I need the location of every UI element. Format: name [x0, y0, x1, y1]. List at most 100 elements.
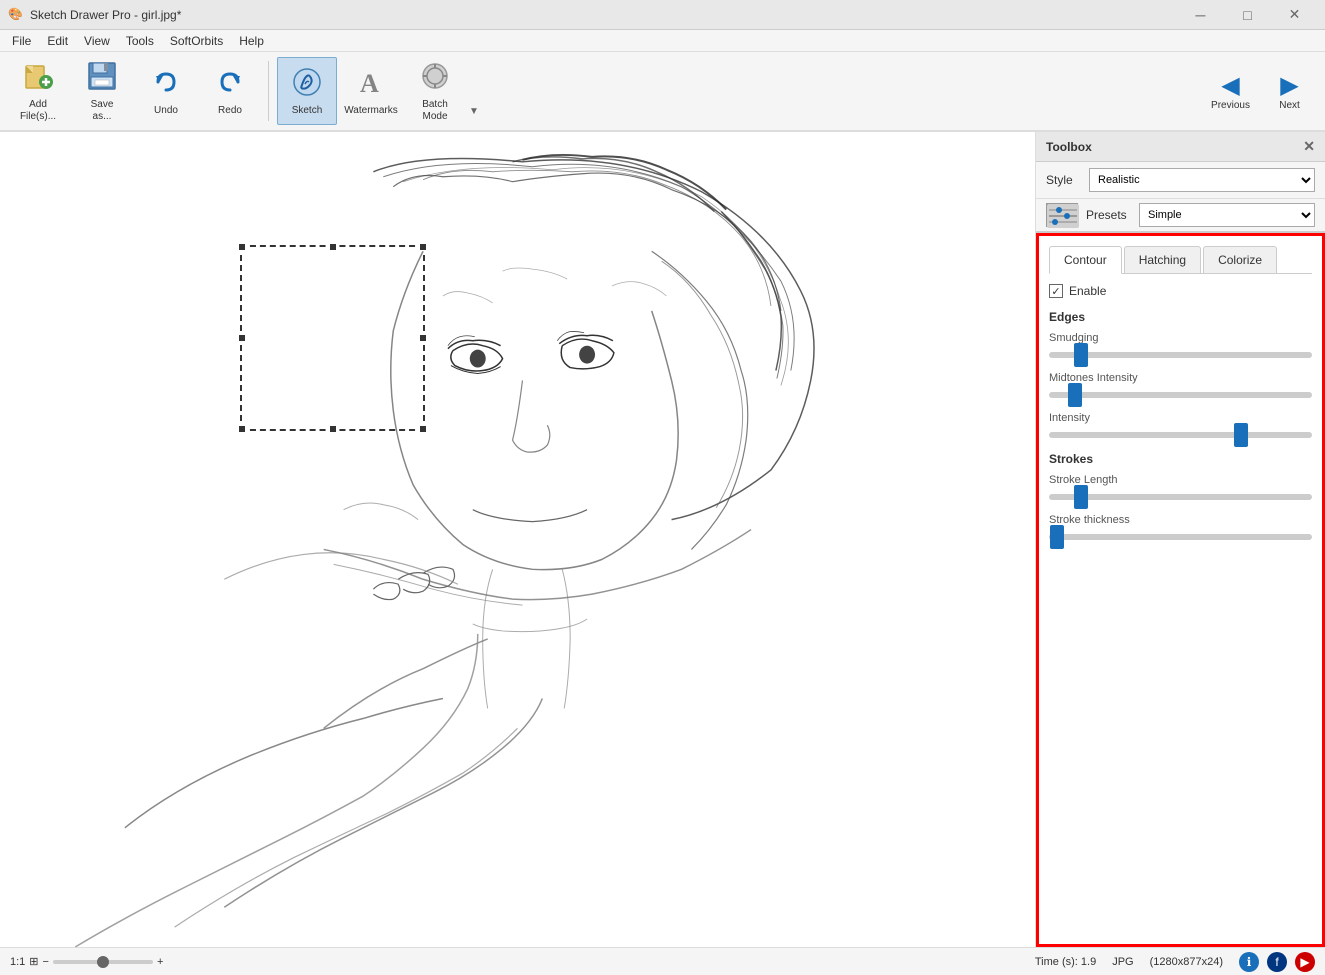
- menubar: File Edit View Tools SoftOrbits Help: [0, 30, 1325, 52]
- smudging-label: Smudging: [1049, 332, 1312, 344]
- style-row: Style Realistic: [1036, 162, 1325, 199]
- enable-checkbox[interactable]: [1049, 284, 1063, 298]
- smudging-thumb[interactable]: [1074, 343, 1088, 367]
- tab-colorize[interactable]: Colorize: [1203, 246, 1277, 273]
- menu-edit[interactable]: Edit: [39, 32, 76, 50]
- next-button[interactable]: ▶ Next: [1262, 57, 1317, 125]
- menu-help[interactable]: Help: [231, 32, 272, 50]
- minimize-button[interactable]: ─: [1178, 0, 1223, 30]
- stroke-thickness-slider-container: Stroke thickness: [1049, 514, 1312, 540]
- tabs: Contour Hatching Colorize: [1049, 246, 1312, 274]
- undo-button[interactable]: Undo: [136, 57, 196, 125]
- stroke-thickness-thumb[interactable]: [1050, 525, 1064, 549]
- stroke-thickness-label: Stroke thickness: [1049, 514, 1312, 526]
- batch-mode-icon: [419, 60, 451, 97]
- save-as-icon: [86, 60, 118, 97]
- tab-contour[interactable]: Contour: [1049, 246, 1122, 274]
- watermarks-button[interactable]: A Watermarks: [341, 57, 401, 125]
- edges-section: Edges Smudging Midtones Intensity: [1049, 310, 1312, 438]
- batch-mode-label: BatchMode: [422, 99, 448, 123]
- redo-label: Redo: [218, 105, 242, 117]
- enable-label: Enable: [1069, 284, 1106, 298]
- add-files-icon: [22, 60, 54, 97]
- watermarks-label: Watermarks: [344, 105, 398, 117]
- strokes-title: Strokes: [1049, 452, 1312, 466]
- social-icon-2[interactable]: ▶: [1295, 952, 1315, 972]
- previous-button[interactable]: ◀ Previous: [1203, 57, 1258, 125]
- info-icon[interactable]: ℹ: [1239, 952, 1259, 972]
- presets-select[interactable]: Simple: [1139, 203, 1315, 227]
- menu-tools[interactable]: Tools: [118, 32, 162, 50]
- zoom-value: 1:1: [10, 956, 25, 968]
- status-zoom: 1:1 ⊞ − +: [10, 955, 163, 968]
- statusbar: 1:1 ⊞ − + Time (s): 1.9 JPG (1280x877x24…: [0, 947, 1325, 975]
- toolbox-title: Toolbox: [1046, 140, 1092, 154]
- strokes-section: Strokes Stroke Length Stroke thickness: [1049, 452, 1312, 540]
- smudging-track[interactable]: [1049, 352, 1312, 358]
- canvas-area[interactable]: [0, 132, 1035, 947]
- redo-icon: [214, 66, 246, 103]
- intensity-slider-container: Intensity: [1049, 412, 1312, 438]
- panel-content: Contour Hatching Colorize Enable Edges S…: [1036, 233, 1325, 947]
- stroke-length-thumb[interactable]: [1074, 485, 1088, 509]
- add-files-button[interactable]: AddFile(s)...: [8, 57, 68, 125]
- menu-view[interactable]: View: [76, 32, 118, 50]
- stroke-length-slider-container: Stroke Length: [1049, 474, 1312, 500]
- sketch-canvas: [0, 132, 1035, 947]
- zoom-thumb[interactable]: [97, 956, 109, 968]
- app-icon: 🎨: [8, 7, 24, 23]
- style-label: Style: [1046, 173, 1081, 187]
- sketch-icon: [291, 66, 323, 103]
- svg-text:A: A: [360, 69, 379, 98]
- undo-icon: [150, 66, 182, 103]
- status-icons: ℹ f ▶: [1239, 952, 1315, 972]
- social-icon-1[interactable]: f: [1267, 952, 1287, 972]
- toolbar-nav: ◀ Previous ▶ Next: [1203, 57, 1317, 125]
- presets-icon: [1046, 203, 1078, 227]
- midtones-intensity-thumb[interactable]: [1068, 383, 1082, 407]
- toolbar-separator-1: [268, 61, 269, 121]
- stroke-length-track[interactable]: [1049, 494, 1312, 500]
- sketch-label: Sketch: [292, 105, 323, 117]
- time-label-value: Time (s): 1.9: [1035, 956, 1096, 968]
- toolbar-dropdown-arrow[interactable]: ▼: [469, 57, 479, 125]
- zoom-fit-icon: ⊞: [29, 955, 38, 968]
- maximize-button[interactable]: □: [1225, 0, 1270, 30]
- intensity-label: Intensity: [1049, 412, 1312, 424]
- zoom-track[interactable]: [53, 960, 153, 964]
- menu-file[interactable]: File: [4, 32, 39, 50]
- close-button[interactable]: ✕: [1272, 0, 1317, 30]
- midtones-intensity-track[interactable]: [1049, 392, 1312, 398]
- menu-softorbits[interactable]: SoftOrbits: [162, 32, 231, 50]
- right-panel: Toolbox ✕ Style Realistic Presets Simple…: [1035, 132, 1325, 947]
- window-title: Sketch Drawer Pro - girl.jpg*: [30, 8, 1178, 22]
- presets-row: Presets Simple: [1036, 199, 1325, 233]
- save-as-button[interactable]: Saveas...: [72, 57, 132, 125]
- watermarks-icon: A: [355, 66, 387, 103]
- stroke-thickness-track[interactable]: [1049, 534, 1312, 540]
- time-value: 1.9: [1081, 956, 1096, 968]
- midtones-intensity-slider-container: Midtones Intensity: [1049, 372, 1312, 398]
- tab-hatching[interactable]: Hatching: [1124, 246, 1201, 273]
- stroke-length-label: Stroke Length: [1049, 474, 1312, 486]
- previous-label: Previous: [1211, 100, 1250, 111]
- midtones-intensity-label: Midtones Intensity: [1049, 372, 1312, 384]
- dimensions-value: (1280x877x24): [1150, 956, 1223, 968]
- intensity-track[interactable]: [1049, 432, 1312, 438]
- toolbox-header: Toolbox ✕: [1036, 132, 1325, 162]
- redo-button[interactable]: Redo: [200, 57, 260, 125]
- toolbox-close-button[interactable]: ✕: [1303, 138, 1315, 155]
- status-info: Time (s): 1.9 JPG (1280x877x24) ℹ f ▶: [1035, 952, 1315, 972]
- batch-mode-button[interactable]: BatchMode: [405, 57, 465, 125]
- zoom-slider[interactable]: − +: [43, 956, 164, 968]
- smudging-slider-container: Smudging: [1049, 332, 1312, 358]
- undo-label: Undo: [154, 105, 178, 117]
- add-files-label: AddFile(s)...: [20, 99, 56, 123]
- presets-label: Presets: [1086, 208, 1131, 222]
- style-select[interactable]: Realistic: [1089, 168, 1315, 192]
- enable-row: Enable: [1049, 284, 1312, 298]
- titlebar: 🎨 Sketch Drawer Pro - girl.jpg* ─ □ ✕: [0, 0, 1325, 30]
- sketch-button[interactable]: Sketch: [277, 57, 337, 125]
- intensity-thumb[interactable]: [1234, 423, 1248, 447]
- next-label: Next: [1279, 100, 1300, 111]
